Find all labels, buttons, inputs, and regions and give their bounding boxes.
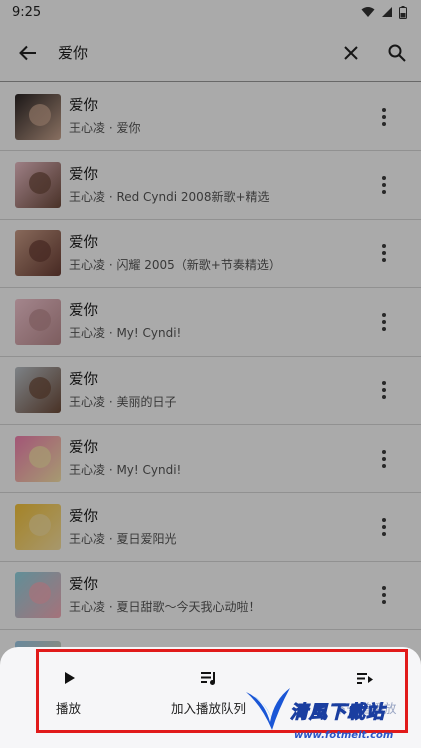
song-meta: 爱你王心凌 · 闪耀 2005（新歌+节奏精选） [69, 233, 374, 274]
play-action[interactable]: 播放 [56, 670, 81, 717]
song-subtitle: 王心凌 · 夏日甜歌～今天我心动啦！ [69, 599, 261, 614]
signal-icon [382, 7, 392, 17]
more-dot-icon [382, 107, 386, 112]
album-cover [15, 162, 61, 209]
search-button[interactable] [385, 41, 409, 65]
album-cover [15, 93, 61, 140]
more-dot-icon [382, 449, 386, 454]
more-dot-icon [382, 258, 386, 263]
song-subtitle: 王心凌 · 夏日爱阳光 [69, 531, 177, 546]
song-row[interactable]: 爱你王心凌 · Red Cyndi 2008新歌+精选 [0, 151, 421, 220]
more-dot-icon [382, 388, 386, 393]
more-dot-icon [382, 381, 386, 386]
song-row[interactable]: 爱你王心凌 · 爱你 [0, 83, 421, 152]
play-next-icon [357, 673, 374, 684]
more-dot-icon [382, 326, 386, 331]
more-dot-icon [382, 518, 386, 523]
battery-icon [399, 5, 407, 19]
song-title: 爱你 [69, 576, 98, 593]
song-row[interactable]: 爱你王心凌 · 闪耀 2005（新歌+节奏精选） [0, 220, 421, 289]
song-subtitle: 王心凌 · My! Cyndi! [69, 326, 182, 341]
search-bar: 爱你 [0, 24, 421, 82]
more-dot-icon [382, 586, 386, 591]
album-cover [15, 435, 61, 482]
more-options-button[interactable] [374, 583, 394, 607]
close-icon [344, 45, 358, 60]
more-dot-icon [382, 456, 386, 461]
more-options-button[interactable] [374, 515, 394, 539]
song-subtitle: 王心凌 · 美丽的日子 [69, 394, 177, 409]
song-list: 爱你 王心凌 · 爱你 爱你 王心凌 · Red Cyndi 2008新歌+精选 爱你王… [0, 83, 421, 699]
wifi-icon [361, 7, 375, 17]
album-cover [15, 572, 61, 619]
song-title: 爱你 [69, 371, 98, 388]
more-options-button[interactable] [374, 378, 394, 402]
song-row[interactable]: 爱你王心凌 · 夏日爱阳光 [0, 493, 421, 562]
album-cover [15, 504, 61, 551]
song-subtitle: 王心凌 · 爱你 [69, 121, 141, 136]
song-row[interactable]: 爱你王心凌 · 美丽的日子 [0, 357, 421, 425]
search-icon [388, 44, 406, 62]
more-dot-icon [382, 319, 386, 324]
add-to-queue-action[interactable]: 加入播放队列 [171, 670, 246, 717]
song-meta: 爱你王心凌 · Red Cyndi 2008新歌+精选 [69, 165, 374, 206]
song-title: 爱你 [69, 440, 98, 457]
song-title: 爱你 [69, 508, 98, 525]
more-options-button[interactable] [374, 310, 394, 334]
more-dot-icon [382, 525, 386, 530]
song-meta: 爱你王心凌 · My! Cyndi! [69, 301, 374, 342]
status-bar: 9:25 [0, 0, 421, 24]
more-dot-icon [382, 183, 386, 188]
album-cover [15, 298, 61, 345]
play-icon [64, 672, 75, 684]
more-dot-icon [382, 532, 386, 537]
more-dot-icon [382, 190, 386, 195]
more-dot-icon [382, 395, 386, 400]
more-dot-icon [382, 114, 386, 119]
song-title: 爱你 [69, 166, 98, 183]
more-options-button[interactable] [374, 447, 394, 471]
play-next-label: 下一首播放 [334, 701, 397, 716]
song-subtitle: 王心凌 · My! Cyndi! [69, 463, 182, 478]
song-subtitle: 王心凌 · 闪耀 2005（新歌+节奏精选） [69, 257, 281, 272]
song-meta: 爱你王心凌 · 爱你 [69, 96, 374, 137]
album-cover [15, 367, 61, 414]
song-row[interactable]: 爱你王心凌 · 夏日甜歌～今天我心动啦！ [0, 562, 421, 631]
play-action-label: 播放 [56, 701, 82, 716]
back-button[interactable] [16, 41, 40, 65]
status-icons [361, 5, 407, 19]
more-options-button[interactable] [374, 173, 394, 197]
more-dot-icon [382, 593, 386, 598]
song-row[interactable]: 爱你王心凌 · My! Cyndi! [0, 425, 421, 494]
more-dot-icon [382, 463, 386, 468]
more-dot-icon [382, 121, 386, 126]
song-meta: 爱你王心凌 · 美丽的日子 [69, 370, 374, 411]
more-options-button[interactable] [374, 241, 394, 265]
more-dot-icon [382, 176, 386, 181]
song-title: 爱你 [69, 234, 98, 251]
song-title: 爱你 [69, 303, 98, 320]
song-meta: 爱你王心凌 · My! Cyndi! [69, 438, 374, 479]
more-dot-icon [382, 244, 386, 249]
more-dot-icon [382, 251, 386, 256]
search-input[interactable]: 爱你 [58, 42, 339, 63]
song-row[interactable]: 爱你王心凌 · My! Cyndi! [0, 288, 421, 357]
song-meta: 爱你王心凌 · 夏日爱阳光 [69, 507, 374, 548]
more-options-button[interactable] [374, 105, 394, 129]
clear-button[interactable] [339, 41, 363, 65]
add-to-queue-label: 加入播放队列 [171, 701, 247, 716]
song-subtitle: 王心凌 · Red Cyndi 2008新歌+精选 [69, 189, 270, 204]
more-dot-icon [382, 312, 386, 317]
queue-add-icon [200, 672, 215, 685]
song-title: 爱你 [69, 98, 98, 115]
album-cover [15, 230, 61, 277]
more-dot-icon [382, 600, 386, 605]
status-time: 9:25 [12, 4, 42, 20]
play-next-action[interactable]: 下一首播放 [334, 670, 397, 717]
arrow-back-icon [19, 45, 36, 60]
song-meta: 爱你王心凌 · 夏日甜歌～今天我心动啦！ [69, 575, 374, 616]
